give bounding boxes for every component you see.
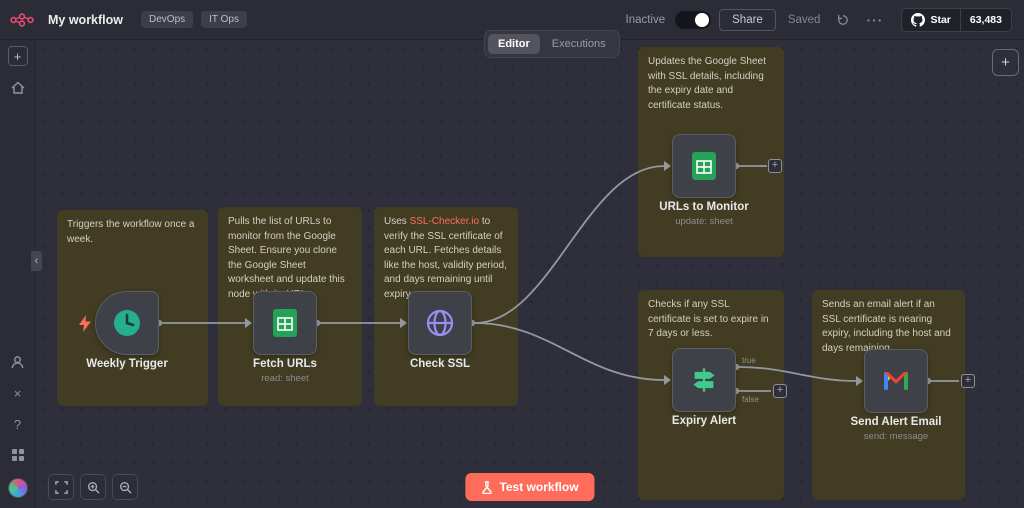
user-avatar[interactable] bbox=[8, 478, 28, 498]
github-star-label: Star bbox=[930, 14, 950, 26]
node-expiry-alert[interactable] bbox=[672, 348, 736, 412]
add-node-button[interactable]: + bbox=[8, 46, 28, 66]
status-label: Inactive bbox=[626, 14, 666, 26]
node-check-ssl[interactable] bbox=[408, 291, 472, 355]
node-label: Weekly Trigger bbox=[57, 358, 197, 370]
n8n-logo[interactable] bbox=[10, 12, 40, 28]
node-urls-to-monitor[interactable] bbox=[672, 134, 736, 198]
node-label: URLs to Monitor bbox=[634, 201, 774, 213]
lightning-icon bbox=[78, 315, 92, 337]
share-button[interactable]: Share bbox=[719, 9, 776, 31]
if-branch-icon bbox=[690, 366, 718, 394]
flask-icon bbox=[481, 481, 492, 494]
branch-true-label: true bbox=[742, 356, 756, 365]
add-connection-plus-icon[interactable]: + bbox=[768, 159, 782, 173]
zoom-controls bbox=[48, 474, 138, 500]
editor-executions-tabs: Editor Executions bbox=[484, 30, 620, 58]
fit-view-button[interactable] bbox=[48, 474, 74, 500]
branch-false-label: false bbox=[742, 395, 759, 404]
home-icon[interactable] bbox=[10, 80, 26, 96]
sidebar-collapse-chevron-icon[interactable]: ‹ bbox=[31, 251, 42, 271]
test-workflow-button[interactable]: Test workflow bbox=[465, 473, 594, 501]
more-options-icon[interactable]: ··· bbox=[862, 10, 887, 30]
node-label: Send Alert Email bbox=[826, 416, 966, 428]
google-sheets-icon bbox=[691, 151, 717, 181]
active-toggle[interactable] bbox=[675, 11, 711, 29]
workflow-title[interactable]: My workflow bbox=[48, 13, 123, 27]
left-sidebar: + × ? bbox=[0, 40, 36, 508]
zoom-in-button[interactable] bbox=[80, 474, 106, 500]
globe-icon bbox=[425, 308, 455, 338]
saved-indicator: Saved bbox=[788, 14, 821, 26]
tag-itops[interactable]: IT Ops bbox=[201, 11, 247, 28]
test-workflow-label: Test workflow bbox=[499, 480, 578, 494]
gmail-icon bbox=[882, 370, 910, 392]
node-subtitle: read: sheet bbox=[215, 373, 355, 384]
history-icon[interactable] bbox=[832, 11, 854, 29]
node-weekly-trigger[interactable] bbox=[95, 291, 159, 355]
tag-devops[interactable]: DevOps bbox=[141, 11, 193, 28]
add-connection-plus-icon[interactable]: + bbox=[961, 374, 975, 388]
node-label: Check SSL bbox=[370, 358, 510, 370]
templates-icon[interactable] bbox=[10, 355, 25, 370]
google-sheets-icon bbox=[272, 308, 298, 338]
node-label: Fetch URLs bbox=[215, 358, 355, 370]
add-connection-plus-icon[interactable]: + bbox=[773, 384, 787, 398]
tab-editor[interactable]: Editor bbox=[488, 34, 540, 54]
github-star-widget[interactable]: Star 63,483 bbox=[901, 8, 1012, 32]
toggle-knob bbox=[695, 13, 709, 27]
node-send-alert-email[interactable] bbox=[864, 349, 928, 413]
workflow-canvas[interactable]: Triggers the workflow once a week. Pulls… bbox=[36, 40, 1024, 508]
node-fetch-urls[interactable] bbox=[253, 291, 317, 355]
canvas-add-node-button[interactable]: + bbox=[992, 49, 1019, 76]
apps-grid-icon[interactable] bbox=[11, 448, 25, 462]
node-subtitle: send: message bbox=[826, 431, 966, 442]
github-icon bbox=[911, 13, 925, 27]
tab-executions[interactable]: Executions bbox=[542, 34, 616, 54]
help-icon[interactable]: ? bbox=[14, 417, 21, 432]
node-label: Expiry Alert bbox=[634, 415, 774, 427]
zoom-out-button[interactable] bbox=[112, 474, 138, 500]
github-star-count: 63,483 bbox=[970, 14, 1002, 26]
variables-icon[interactable]: × bbox=[14, 386, 22, 401]
node-subtitle: update: sheet bbox=[634, 216, 774, 227]
clock-icon bbox=[111, 307, 143, 339]
